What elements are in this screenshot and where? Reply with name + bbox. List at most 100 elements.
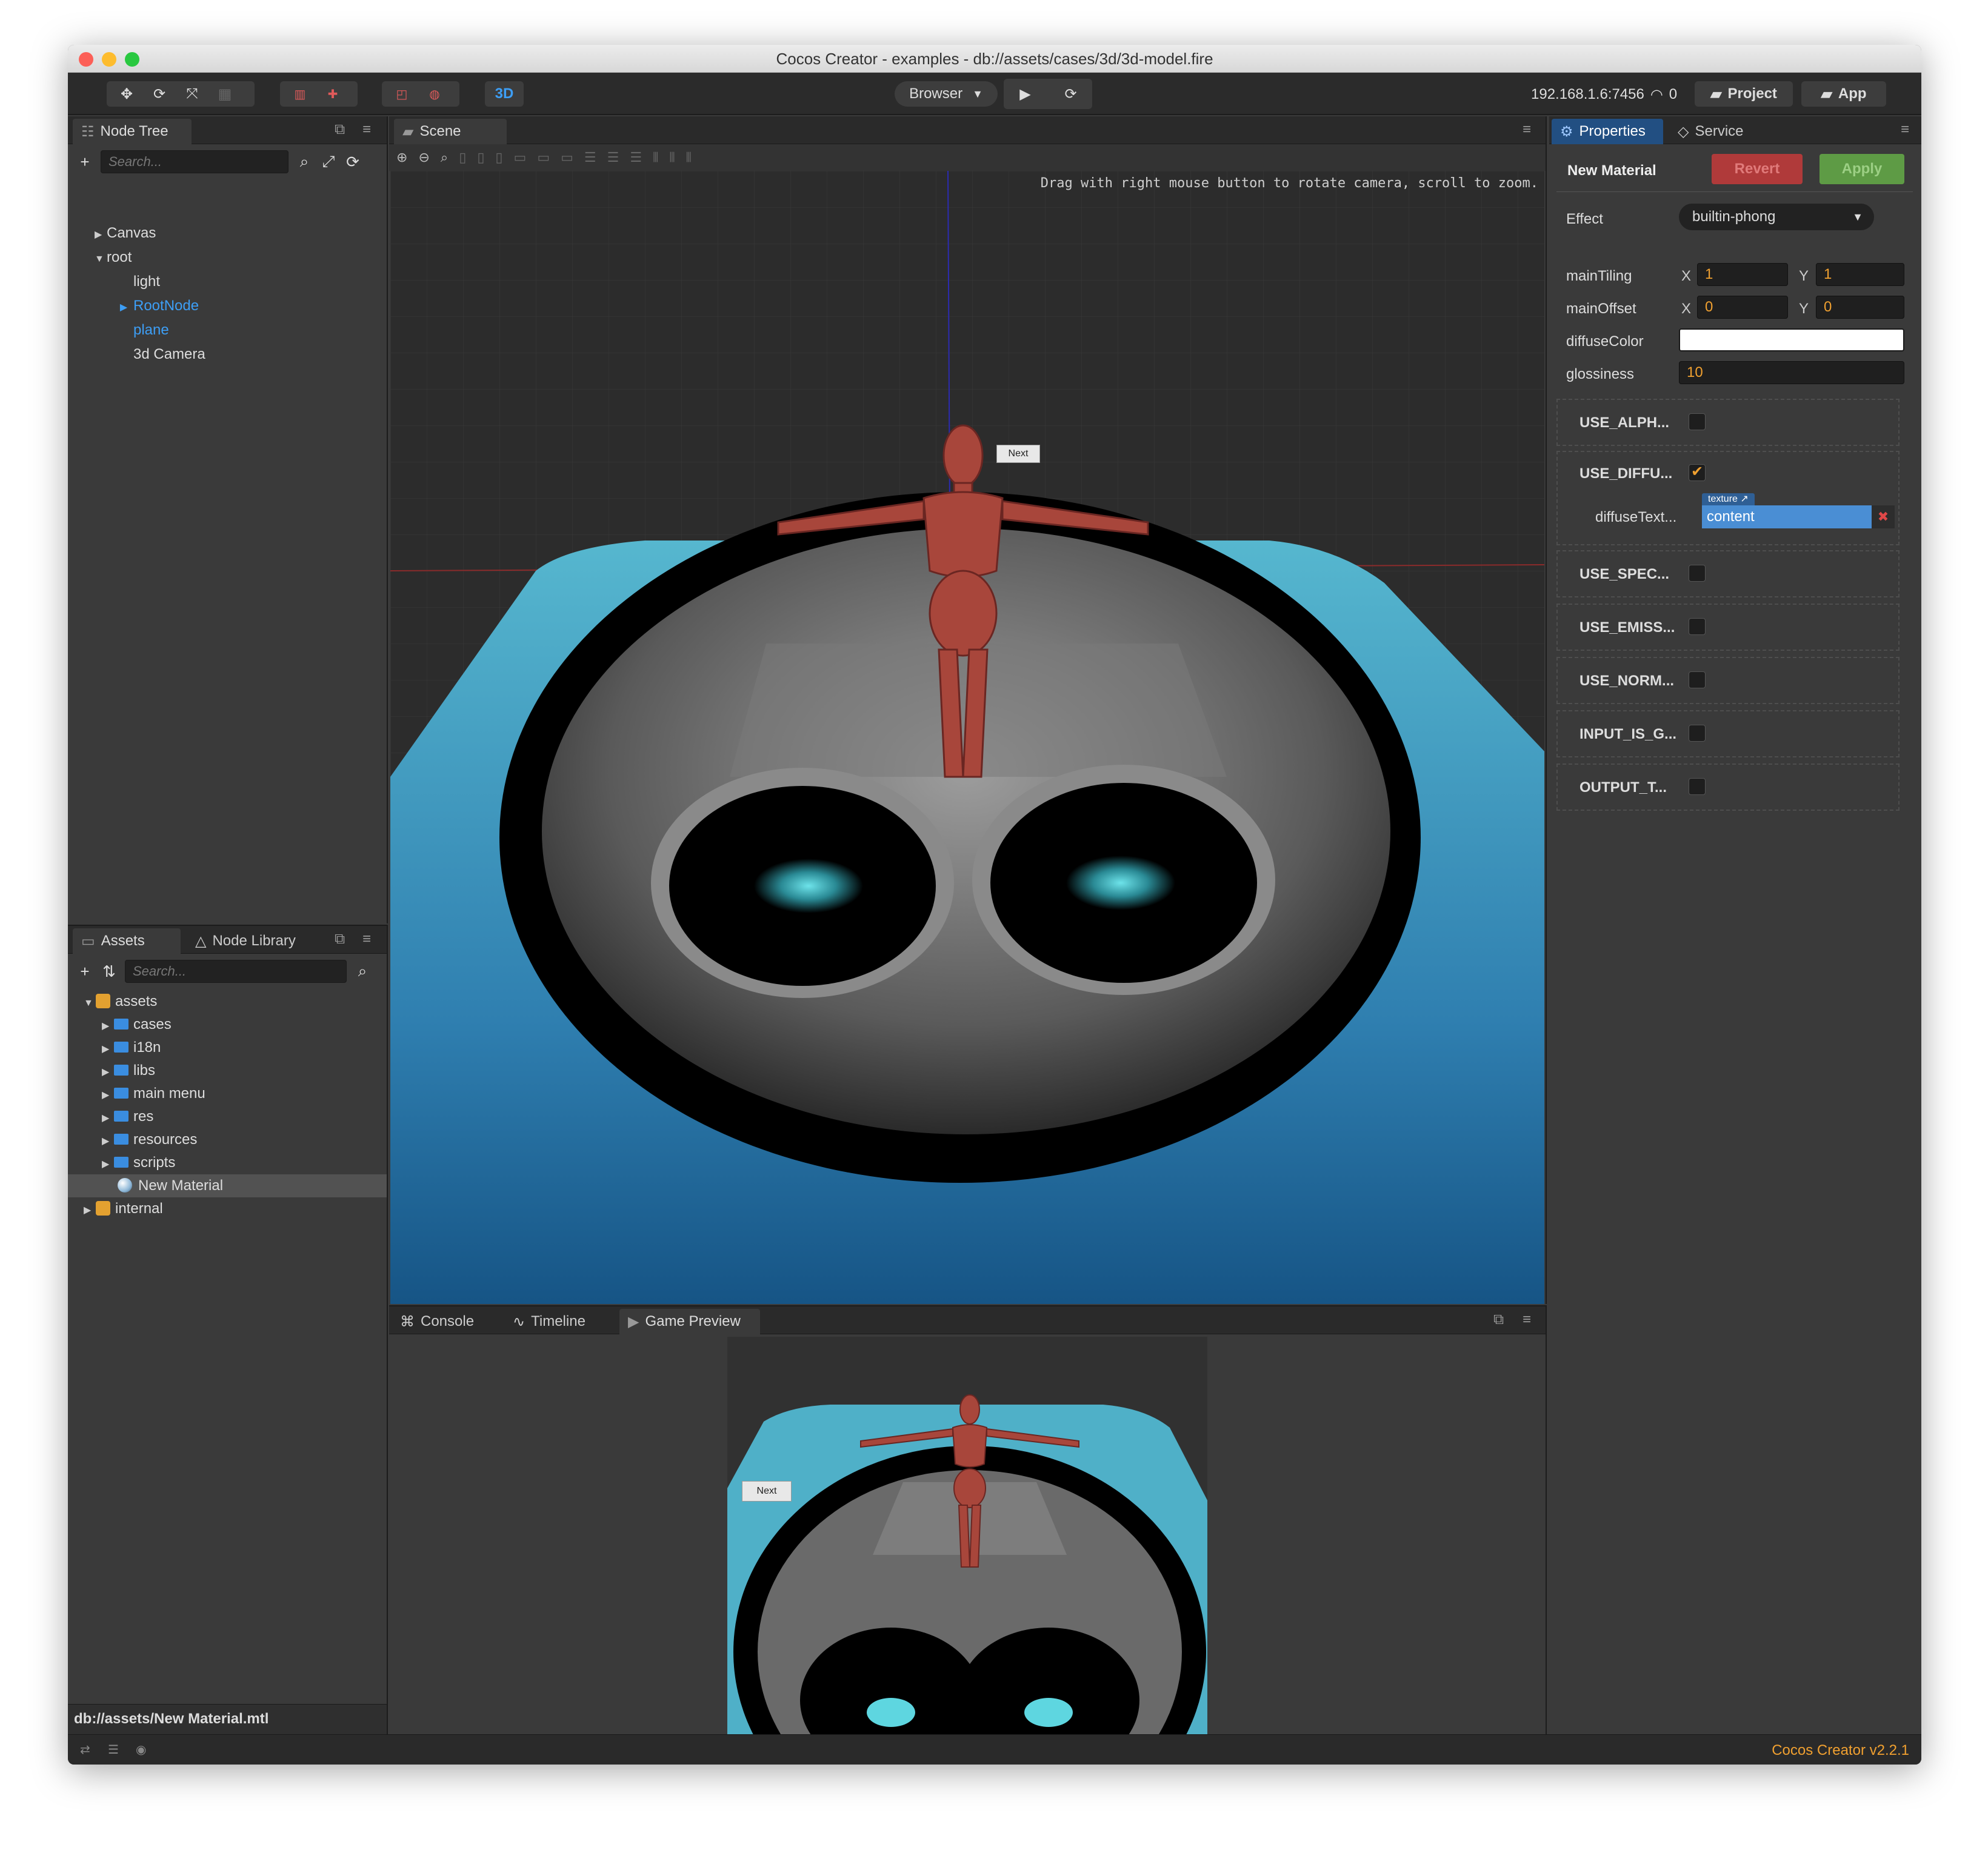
search-icon[interactable]: ⌕ <box>354 962 371 981</box>
menu-icon[interactable]: ≡ <box>1523 121 1531 138</box>
add-asset-icon[interactable]: + <box>76 962 93 981</box>
define-checkbox[interactable] <box>1689 413 1706 430</box>
distribute-right-icon[interactable]: ⫴ <box>686 150 692 165</box>
browser-select[interactable]: Browser ▼ <box>895 81 998 107</box>
asset-folder-res[interactable]: ▶ res <box>102 1105 153 1128</box>
define-checkbox-checked[interactable]: ✔ <box>1689 464 1706 481</box>
expand-icon[interactable]: ⤢ <box>320 152 337 171</box>
rect-tool-icon[interactable]: ▦ <box>210 84 240 104</box>
search-icon[interactable]: ⌕ <box>296 152 313 171</box>
tab-service[interactable]: ◇ Service <box>1669 119 1772 144</box>
node-tree-search-input[interactable]: Search... <box>101 150 289 173</box>
tree-item-canvas[interactable]: ▶ Canvas <box>95 222 156 245</box>
pivot-icon[interactable]: ▥ <box>285 84 315 104</box>
apply-button[interactable]: Apply <box>1820 154 1904 184</box>
asset-folder-resources[interactable]: ▶ resources <box>102 1128 197 1151</box>
tab-scene[interactable]: ▰ Scene <box>394 119 507 144</box>
tree-item-root[interactable]: ▼ root <box>95 246 132 269</box>
tab-timeline[interactable]: ∿ Timeline <box>504 1309 612 1334</box>
diffuse-texture-field[interactable]: content <box>1702 505 1872 528</box>
game-next-button[interactable]: Next <box>742 1481 792 1502</box>
asset-folder-libs[interactable]: ▶ libs <box>102 1059 155 1082</box>
define-checkbox[interactable] <box>1689 778 1706 795</box>
align-vcenter-icon[interactable]: ▭ <box>537 150 550 165</box>
revert-button[interactable]: Revert <box>1712 154 1803 184</box>
open-project-button[interactable]: ▰ Project <box>1695 81 1793 107</box>
distribute-hcenter-icon[interactable]: ⫴ <box>669 150 675 165</box>
folder-icon <box>114 1156 128 1168</box>
popout-icon[interactable]: ⧉ <box>335 121 345 138</box>
tab-node-library[interactable]: △ Node Library <box>187 928 308 954</box>
tab-node-tree[interactable]: ☷ Node Tree <box>73 119 192 144</box>
align-right-icon[interactable]: ▯ <box>495 150 502 165</box>
define-checkbox[interactable] <box>1689 618 1706 635</box>
effect-select[interactable]: builtin-phong ▼ <box>1679 204 1874 230</box>
define-checkbox[interactable] <box>1689 671 1706 688</box>
popout-icon[interactable]: ⧉ <box>335 931 345 948</box>
asset-new-material[interactable]: New Material <box>118 1174 223 1197</box>
popout-icon[interactable]: ⧉ <box>1493 1311 1504 1328</box>
main-offset-x-input[interactable]: 0 <box>1697 296 1788 319</box>
menu-icon[interactable]: ≡ <box>362 121 371 138</box>
define-checkbox[interactable] <box>1689 725 1706 742</box>
glossiness-input[interactable]: 10 <box>1679 361 1904 384</box>
game-preview-viewport[interactable]: Next <box>727 1337 1207 1734</box>
tab-console[interactable]: ⌘ Console <box>392 1309 495 1334</box>
tree-item-plane[interactable]: plane <box>133 319 169 342</box>
diffuse-color-swatch[interactable] <box>1679 328 1904 351</box>
distribute-vcenter-icon[interactable]: ☰ <box>607 150 619 165</box>
align-top-icon[interactable]: ▭ <box>514 150 527 165</box>
tab-assets[interactable]: ▭ Assets <box>73 928 181 954</box>
assets-search-input[interactable]: Search... <box>125 960 347 983</box>
add-node-icon[interactable]: + <box>76 153 93 171</box>
mode-3d-button[interactable]: 3D <box>485 81 524 107</box>
asset-folder-scripts[interactable]: ▶ scripts <box>102 1151 175 1174</box>
database-icon[interactable]: ☰ <box>108 1742 119 1757</box>
tree-item-rootnode[interactable]: ▶ RootNode <box>114 294 199 318</box>
distribute-left-icon[interactable]: ⫴ <box>653 150 658 165</box>
zoom-out-icon[interactable]: ⊖ <box>418 150 429 165</box>
asset-folder-i18n[interactable]: ▶ i18n <box>102 1036 161 1059</box>
timeline-tab-label: Timeline <box>531 1313 585 1329</box>
asset-folder-main-menu[interactable]: ▶ main menu <box>102 1082 205 1105</box>
refresh-icon[interactable]: ⟳ <box>1049 79 1092 109</box>
main-tiling-y-input[interactable]: 1 <box>1816 263 1904 286</box>
menu-icon[interactable]: ≡ <box>1901 121 1909 138</box>
asset-db-assets[interactable]: ▼ assets <box>84 990 157 1013</box>
tree-item-3d-camera[interactable]: 3d Camera <box>133 343 205 366</box>
zoom-in-icon[interactable]: ⊕ <box>396 150 407 165</box>
sync-icon[interactable]: ⇄ <box>80 1742 90 1757</box>
scale-tool-icon[interactable]: ⤧ <box>177 84 207 104</box>
move-tool-icon[interactable]: ✥ <box>112 84 142 104</box>
tree-item-light[interactable]: light <box>133 270 160 293</box>
align-bottom-icon[interactable]: ▭ <box>561 150 573 165</box>
define-label: INPUT_IS_G... <box>1579 726 1677 742</box>
scene-viewport[interactable]: Drag with right mouse button to rotate c… <box>390 171 1544 1304</box>
define-checkbox[interactable] <box>1689 565 1706 582</box>
eye-icon[interactable]: ◉ <box>136 1742 146 1757</box>
anchor-icon[interactable]: ✚ <box>318 84 348 104</box>
menu-icon[interactable]: ≡ <box>1523 1311 1531 1328</box>
rotate-tool-icon[interactable]: ⟳ <box>144 84 175 104</box>
tab-game-preview[interactable]: ▶ Game Preview <box>619 1309 760 1334</box>
main-offset-y-input[interactable]: 0 <box>1816 296 1904 319</box>
play-icon[interactable]: ▶ <box>1004 79 1047 109</box>
refresh-icon[interactable]: ⟳ <box>344 153 361 171</box>
align-left-icon[interactable]: ▯ <box>459 150 466 165</box>
assets-panel: ▭ Assets △ Node Library ⧉ ≡ + ⇅ Search..… <box>68 925 388 1734</box>
menu-icon[interactable]: ≡ <box>362 931 371 948</box>
asset-db-internal[interactable]: ▶ internal <box>84 1197 163 1220</box>
sort-icon[interactable]: ⇅ <box>101 962 118 981</box>
open-app-button[interactable]: ▰ App <box>1801 81 1886 107</box>
next-button[interactable]: Next <box>996 445 1040 463</box>
align-hcenter-icon[interactable]: ▯ <box>477 150 484 165</box>
asset-folder-cases[interactable]: ▶ cases <box>102 1013 172 1036</box>
main-tiling-x-input[interactable]: 1 <box>1697 263 1788 286</box>
tab-properties[interactable]: ⚙ Properties <box>1552 119 1663 144</box>
distribute-top-icon[interactable]: ☰ <box>584 150 596 165</box>
clear-texture-icon[interactable]: ✖ <box>1872 505 1895 528</box>
local-space-icon[interactable]: ◰ <box>387 84 417 104</box>
global-space-icon[interactable]: ◍ <box>419 84 450 104</box>
zoom-reset-icon[interactable]: ⌕ <box>441 150 448 165</box>
distribute-bottom-icon[interactable]: ☰ <box>630 150 642 165</box>
